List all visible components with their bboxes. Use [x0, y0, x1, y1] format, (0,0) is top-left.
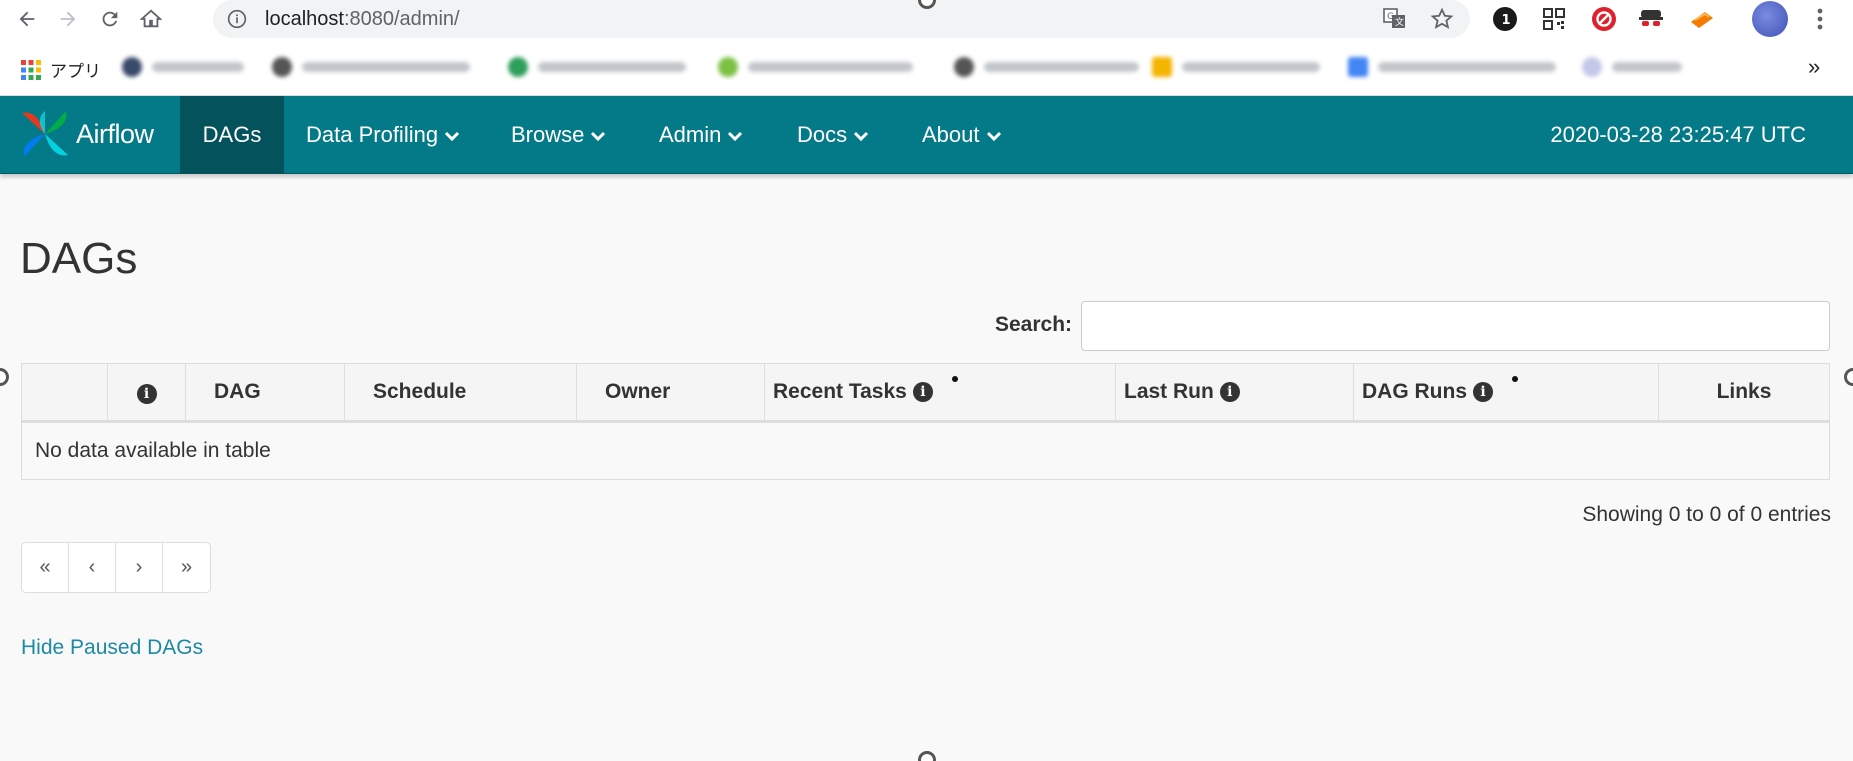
- extension-orange-icon[interactable]: [1688, 5, 1716, 33]
- pagination-first-button[interactable]: «: [22, 543, 69, 592]
- forward-button[interactable]: [53, 4, 83, 34]
- arrow-right-icon: [60, 11, 76, 27]
- column-header-dag-runs[interactable]: DAG Runs i: [1353, 363, 1659, 423]
- extension-adblock-icon[interactable]: [1590, 5, 1618, 33]
- bookmark-item[interactable]: [508, 56, 686, 78]
- site-info-icon[interactable]: [227, 9, 247, 34]
- bookmark-item[interactable]: [1582, 56, 1682, 78]
- apps-shortcut[interactable]: アプリ: [20, 57, 101, 82]
- brand-text: Airflow: [76, 118, 154, 149]
- bookmark-item[interactable]: [718, 56, 913, 78]
- column-header-last-run[interactable]: Last Run i: [1115, 363, 1354, 423]
- bookmark-item[interactable]: [1152, 56, 1320, 78]
- translate-icon[interactable]: G文: [1383, 8, 1407, 35]
- column-label: DAG: [214, 380, 261, 403]
- back-button[interactable]: [12, 4, 42, 34]
- extension-qrcode-icon[interactable]: [1540, 5, 1568, 33]
- column-header-toggle[interactable]: [21, 363, 108, 423]
- column-header-owner[interactable]: Owner: [576, 363, 765, 423]
- column-header-recent-tasks[interactable]: Recent Tasks i: [764, 363, 1116, 423]
- pagination-last-button[interactable]: »: [163, 543, 210, 592]
- column-label: Last Run: [1124, 380, 1214, 403]
- sort-indicator-icon: [1512, 376, 1518, 382]
- column-header-info[interactable]: i: [107, 363, 186, 423]
- url-host: localhost: [265, 8, 344, 30]
- info-icon[interactable]: i: [1473, 382, 1493, 402]
- resize-handle[interactable]: [0, 368, 9, 386]
- pagination-prev-button[interactable]: ‹: [69, 543, 116, 592]
- reload-button[interactable]: [95, 4, 125, 34]
- nav-about-label: About: [922, 122, 980, 147]
- apps-label: アプリ: [50, 62, 101, 81]
- info-icon[interactable]: i: [1219, 382, 1240, 402]
- search-input[interactable]: [1081, 301, 1830, 351]
- search-label: Search:: [995, 313, 1073, 336]
- empty-table-message: No data available in table: [21, 421, 1830, 480]
- pagination-next-button[interactable]: ›: [116, 543, 163, 592]
- column-label: Recent Tasks: [773, 380, 907, 403]
- url-text[interactable]: localhost:8080/admin/: [265, 8, 460, 31]
- svg-text:1: 1: [1502, 13, 1511, 28]
- bookmark-item[interactable]: [954, 56, 1139, 78]
- info-icon[interactable]: i: [912, 382, 933, 402]
- table-row-empty: No data available in table: [21, 421, 1830, 480]
- nav-data-profiling-label: Data Profiling: [306, 122, 439, 147]
- home-button[interactable]: [136, 4, 166, 34]
- address-bar[interactable]: localhost:8080/admin/ G文: [213, 0, 1470, 38]
- column-label: DAG Runs: [1362, 380, 1467, 403]
- arrow-left-icon: [19, 11, 35, 27]
- table-info: Showing 0 to 0 of 0 entries: [1582, 503, 1831, 526]
- sort-indicator-icon: [952, 376, 958, 382]
- browser-menu-button[interactable]: [1812, 3, 1828, 35]
- hide-paused-dags-link[interactable]: Hide Paused DAGs: [21, 636, 203, 660]
- chevron-down-icon: [728, 131, 743, 142]
- dags-table: i DAG Schedule Owner Recent Tasks i Last…: [21, 363, 1830, 480]
- bookmarks-bar: アプリ »: [0, 38, 1853, 96]
- table-header-row: i DAG Schedule Owner Recent Tasks i Last…: [21, 363, 1830, 423]
- nav-admin-label: Admin: [659, 122, 722, 147]
- nav-about[interactable]: About: [922, 96, 1002, 174]
- nav-docs-label: Docs: [797, 122, 848, 147]
- bookmark-item[interactable]: [1348, 56, 1556, 78]
- airflow-pinwheel-icon: [22, 111, 68, 157]
- info-icon: i: [136, 384, 157, 404]
- nav-browse-label: Browse: [511, 122, 585, 147]
- extension-1password-icon[interactable]: 1: [1491, 5, 1519, 33]
- column-label: Links: [1716, 380, 1772, 403]
- nav-admin[interactable]: Admin: [659, 96, 743, 174]
- column-label: Schedule: [373, 380, 467, 403]
- column-header-schedule[interactable]: Schedule: [344, 363, 577, 423]
- chevron-down-icon: [854, 131, 869, 142]
- nav-data-profiling[interactable]: Data Profiling: [306, 96, 460, 174]
- home-icon: [140, 9, 162, 28]
- profile-avatar[interactable]: [1752, 1, 1788, 37]
- brand-link[interactable]: Airflow: [18, 106, 154, 162]
- more-vertical-icon: [1817, 8, 1823, 30]
- nav-dags[interactable]: DAGs: [180, 96, 284, 174]
- column-header-links[interactable]: Links: [1658, 363, 1830, 423]
- svg-text:文: 文: [1395, 16, 1404, 28]
- apps-grid-icon: [21, 59, 41, 80]
- extension-incognito-icon[interactable]: [1637, 5, 1665, 33]
- bookmarks-overflow-button[interactable]: »: [1808, 54, 1820, 80]
- chevron-down-icon: [445, 131, 460, 142]
- nav-docs[interactable]: Docs: [797, 96, 869, 174]
- nav-browse[interactable]: Browse: [511, 96, 606, 174]
- nav-dags-label: DAGs: [202, 122, 262, 147]
- page-title: DAGs: [20, 234, 138, 283]
- bookmark-item[interactable]: [122, 56, 244, 78]
- chevron-down-icon: [591, 131, 606, 142]
- resize-handle[interactable]: [918, 751, 936, 761]
- bookmark-item[interactable]: [272, 56, 470, 78]
- utc-clock: 2020-03-28 23:25:47 UTC: [1550, 122, 1806, 147]
- reload-icon: [102, 11, 118, 27]
- url-path: :8080/admin/: [343, 8, 460, 30]
- resize-handle[interactable]: [1844, 368, 1853, 386]
- pagination: « ‹ › »: [21, 542, 211, 593]
- column-header-dag[interactable]: DAG: [185, 363, 345, 423]
- bookmark-star-icon[interactable]: [1430, 7, 1454, 36]
- airflow-navbar: Airflow DAGs Data Profiling Browse Admin…: [0, 96, 1853, 174]
- column-label: Owner: [605, 380, 671, 403]
- chevron-down-icon: [986, 131, 1001, 142]
